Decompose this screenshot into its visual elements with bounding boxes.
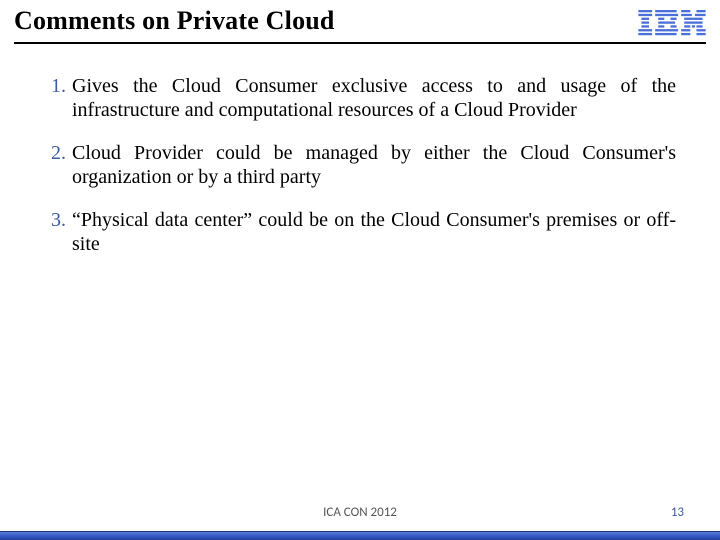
list-item: 3 “Physical data center” could be on the… [44,208,676,257]
slide-title: Comments on Private Cloud [14,6,706,36]
list-number: 1 [44,74,66,98]
list-number: 3 [44,208,66,232]
slide: Comments on Private Cloud [0,0,720,540]
ibm-logo-icon [638,10,706,36]
list-text: Gives the Cloud Consumer exclusive acces… [72,74,676,123]
header: Comments on Private Cloud [0,0,720,40]
footer-text: ICA CON 2012 [323,505,397,520]
list-text: “Physical data center” could be on the C… [72,208,676,257]
list-item: 1 Gives the Cloud Consumer exclusive acc… [44,74,676,123]
list-number: 2 [44,141,66,165]
list-text: Cloud Provider could be managed by eithe… [72,141,676,190]
bottom-accent-bar [0,531,720,540]
content-list: 1 Gives the Cloud Consumer exclusive acc… [0,44,720,256]
footer: ICA CON 2012 13 [0,500,720,528]
page-number: 13 [671,505,684,520]
list-item: 2 Cloud Provider could be managed by eit… [44,141,676,190]
ibm-logo-svg [638,10,706,36]
